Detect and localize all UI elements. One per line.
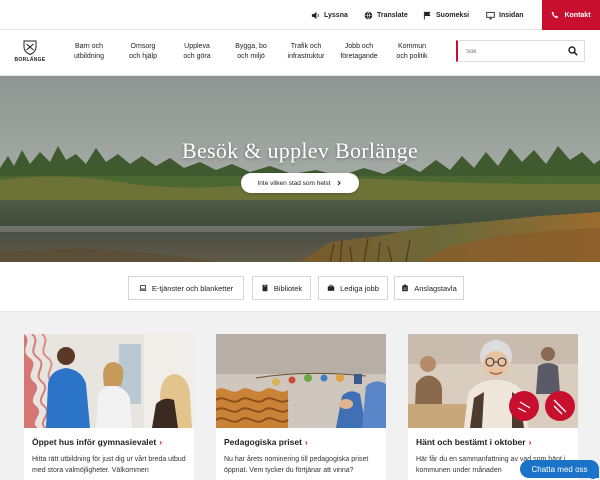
hero-lake-image (0, 76, 600, 262)
nav-item-omsorg-och-hjalp[interactable]: Omsorg och hjälp (113, 42, 173, 62)
quicklink-label: Lediga jobb (340, 283, 379, 293)
card-image-craft (216, 334, 386, 428)
quicklink-library[interactable]: Bibliotek (252, 276, 311, 300)
news-card[interactable]: Pedagogiska priset › Nu har årets nominer… (216, 334, 386, 480)
card-title[interactable]: Öppet hus inför gymnasievalet › (32, 437, 162, 447)
finnish-label: Suomeksi (436, 11, 470, 19)
chevron-right-icon: › (159, 437, 163, 447)
listen-link[interactable]: Lyssna (311, 0, 348, 30)
card-title-text: Pedagogiska priset (224, 437, 302, 447)
nav-item-jobb-och-foretagande[interactable]: Jobb och företagande (329, 42, 389, 62)
chevron-right-icon: › (304, 437, 308, 447)
hero-cta-button[interactable]: Inte vilken stad som helst (241, 173, 359, 193)
nav-label-line2: och hjälp (128, 53, 158, 60)
nav-label-line2: och göra (183, 53, 211, 60)
card-title[interactable]: Pedagogiska priset › (224, 437, 308, 447)
card-text: Nu har årets nominering till pedagogiska… (224, 456, 369, 474)
news-card[interactable]: Hänt och bestämt i oktober › Här får du e… (408, 334, 578, 480)
logo-text: BORLÄNGE (14, 57, 46, 63)
nav-label-line1: Omsorg (130, 43, 156, 50)
hero-cta-label: Inte vilken stad som helst (257, 179, 331, 187)
crest-icon (23, 40, 37, 55)
nav-label-line1: Bygga, bo (235, 43, 267, 50)
page: Lyssna Translate Suomeksi Insidan Kontak… (0, 0, 600, 480)
briefcase-icon (327, 284, 335, 291)
globe-icon (364, 11, 373, 19)
quicklink-e-services[interactable]: E-tjänster och blanketter (128, 276, 244, 300)
translate-link[interactable]: Translate (364, 0, 408, 30)
quicklink-label: Anslagstavla (414, 283, 457, 293)
hero-banner: Besök & upplev Borlänge Inte vilken stad… (0, 76, 600, 262)
nav-label-line2: utbildning (74, 53, 104, 60)
search-icon[interactable] (568, 46, 578, 56)
chat-button[interactable]: Chatta med oss (520, 460, 599, 478)
nav-label-line2: infrastruktur (287, 53, 325, 60)
nav-label-line2: företagande (340, 53, 378, 60)
contact-label: Kontakt (564, 11, 591, 19)
nav-item-barn-och-utbildning[interactable]: Barn och utbildning (59, 42, 119, 62)
nav-item-trafik-och-infrastruktur[interactable]: Trafik och infrastruktur (276, 42, 336, 62)
nav-label-line1: Barn och (74, 43, 104, 50)
nav-label-line1: Trafik och (290, 43, 322, 50)
translate-label: Translate (377, 11, 408, 19)
bulletin-icon (402, 284, 409, 292)
card-title[interactable]: Hänt och bestämt i oktober › (416, 437, 531, 447)
chevron-right-icon: › (528, 437, 532, 447)
intranet-link[interactable]: Insidan (486, 0, 524, 30)
speaker-icon (311, 11, 319, 19)
main-navigation: BORLÄNGE Barn och utbildning Omsorg och … (0, 30, 600, 76)
card-title-text: Hänt och bestämt i oktober (416, 437, 526, 447)
nav-label-line2: och politik (396, 53, 428, 60)
book-icon (262, 284, 268, 292)
nav-item-kommun-och-politik[interactable]: Kommun och politik (382, 42, 442, 62)
quicklink-label: E-tjänster och blanketter (151, 283, 234, 293)
nav-label-line1: Uppleva (184, 43, 210, 50)
news-card[interactable]: Öppet hus inför gymnasievalet › Hitta rät… (24, 334, 194, 480)
chevron-right-icon (338, 180, 342, 186)
quicklink-jobs[interactable]: Lediga jobb (318, 276, 388, 300)
monitor-icon (486, 11, 495, 19)
intranet-label: Insidan (499, 11, 524, 19)
nav-label-line2: och miljö (237, 53, 265, 60)
quicklink-bulletin[interactable]: Anslagstavla (394, 276, 464, 300)
chat-label: Chatta med oss (531, 464, 588, 474)
nav-label-line1: Jobb och (344, 43, 374, 50)
nav-label-line1: Kommun (397, 43, 426, 50)
finnish-link[interactable]: Suomeksi (423, 0, 469, 30)
phone-icon (552, 11, 559, 19)
card-title-text: Öppet hus inför gymnasievalet (32, 437, 157, 447)
card-text: Hitta rätt utbildning för just dig ur vå… (32, 456, 186, 474)
utility-bar: Lyssna Translate Suomeksi Insidan Kontak… (0, 0, 600, 30)
listen-label: Lyssna (324, 11, 348, 19)
borlange-logo[interactable]: BORLÄNGE (14, 40, 46, 68)
contact-button[interactable]: Kontakt (542, 0, 600, 30)
search-input[interactable] (466, 45, 566, 58)
chat-status-dot (589, 471, 597, 479)
laptop-icon (139, 285, 147, 291)
card-image-students (24, 334, 194, 428)
hero-title: Besök & upplev Borlänge (181, 138, 419, 163)
nav-item-uppleva-och-gora[interactable]: Uppleva och göra (167, 42, 227, 62)
quicklink-label: Bibliotek (273, 283, 303, 293)
flag-icon (423, 11, 431, 19)
search-box (456, 40, 585, 62)
card-image-elderly-woman (408, 334, 578, 428)
quick-links: E-tjänster och blanketter Bibliotek Ledi… (0, 262, 600, 312)
nav-item-bygga-bo-och-miljo[interactable]: Bygga, bo och miljö (221, 42, 281, 62)
